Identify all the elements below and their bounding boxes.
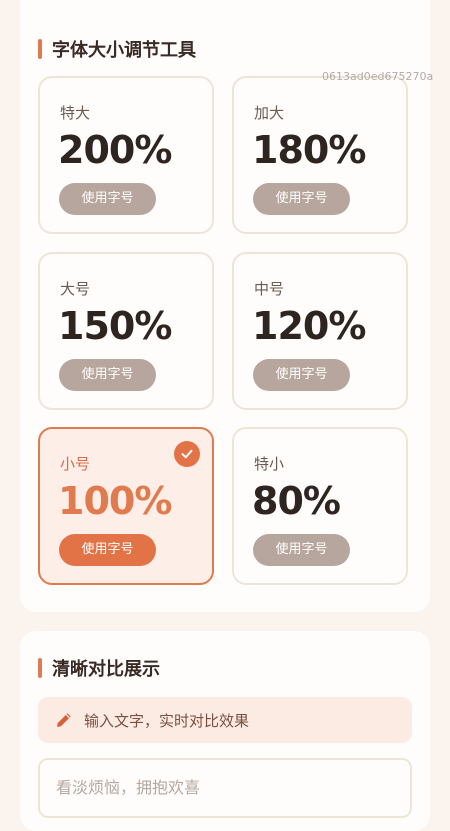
font-tool-header: 字体大小调节工具 [38,36,196,62]
size-option-xsmall[interactable]: 特小 80% 使用字号 [232,427,408,585]
compare-card: 清晰对比展示 输入文字，实时对比效果 看淡烦恼，拥抱欢喜 [20,631,430,831]
use-size-button[interactable]: 使用字号 [253,359,350,391]
use-size-button[interactable]: 使用字号 [59,183,156,215]
size-option-larger[interactable]: 加大 180% 使用字号 [232,76,408,234]
size-option-small[interactable]: 小号 100% 使用字号 [38,427,214,585]
size-option-large[interactable]: 大号 150% 使用字号 [38,252,214,410]
compare-hint: 输入文字，实时对比效果 [38,697,412,743]
size-option-medium[interactable]: 中号 120% 使用字号 [232,252,408,410]
compare-header: 清晰对比展示 [38,655,160,681]
compare-text-input[interactable]: 看淡烦恼，拥抱欢喜 [38,758,412,818]
font-size-card: 字体大小调节工具 特大 200% 使用字号 加大 180% 使用字号 大号 15… [20,0,430,612]
option-label: 大号 [60,280,91,298]
option-percent: 200% [58,128,172,172]
option-label: 中号 [254,280,285,298]
option-percent: 150% [58,304,172,348]
option-percent: 80% [252,479,341,523]
use-size-button[interactable]: 使用字号 [253,534,350,566]
hash-tag: 0613ad0ed675270a [322,70,434,83]
use-size-button[interactable]: 使用字号 [59,359,156,391]
option-percent: 180% [252,128,366,172]
font-tool-title: 字体大小调节工具 [52,40,196,61]
compare-title: 清晰对比展示 [52,659,160,680]
option-label: 加大 [254,104,285,122]
use-size-button[interactable]: 使用字号 [59,534,156,566]
size-option-xlarge[interactable]: 特大 200% 使用字号 [38,76,214,234]
option-label: 特大 [60,104,91,122]
section-marker-icon [38,658,42,678]
option-label: 特小 [254,455,285,473]
option-label: 小号 [60,455,91,473]
pencil-icon [54,710,74,730]
option-percent: 120% [252,304,366,348]
use-size-button[interactable]: 使用字号 [253,183,350,215]
check-icon [174,441,200,467]
hint-text: 输入文字，实时对比效果 [84,711,250,730]
option-percent: 100% [58,479,172,523]
section-marker-icon [38,39,42,59]
